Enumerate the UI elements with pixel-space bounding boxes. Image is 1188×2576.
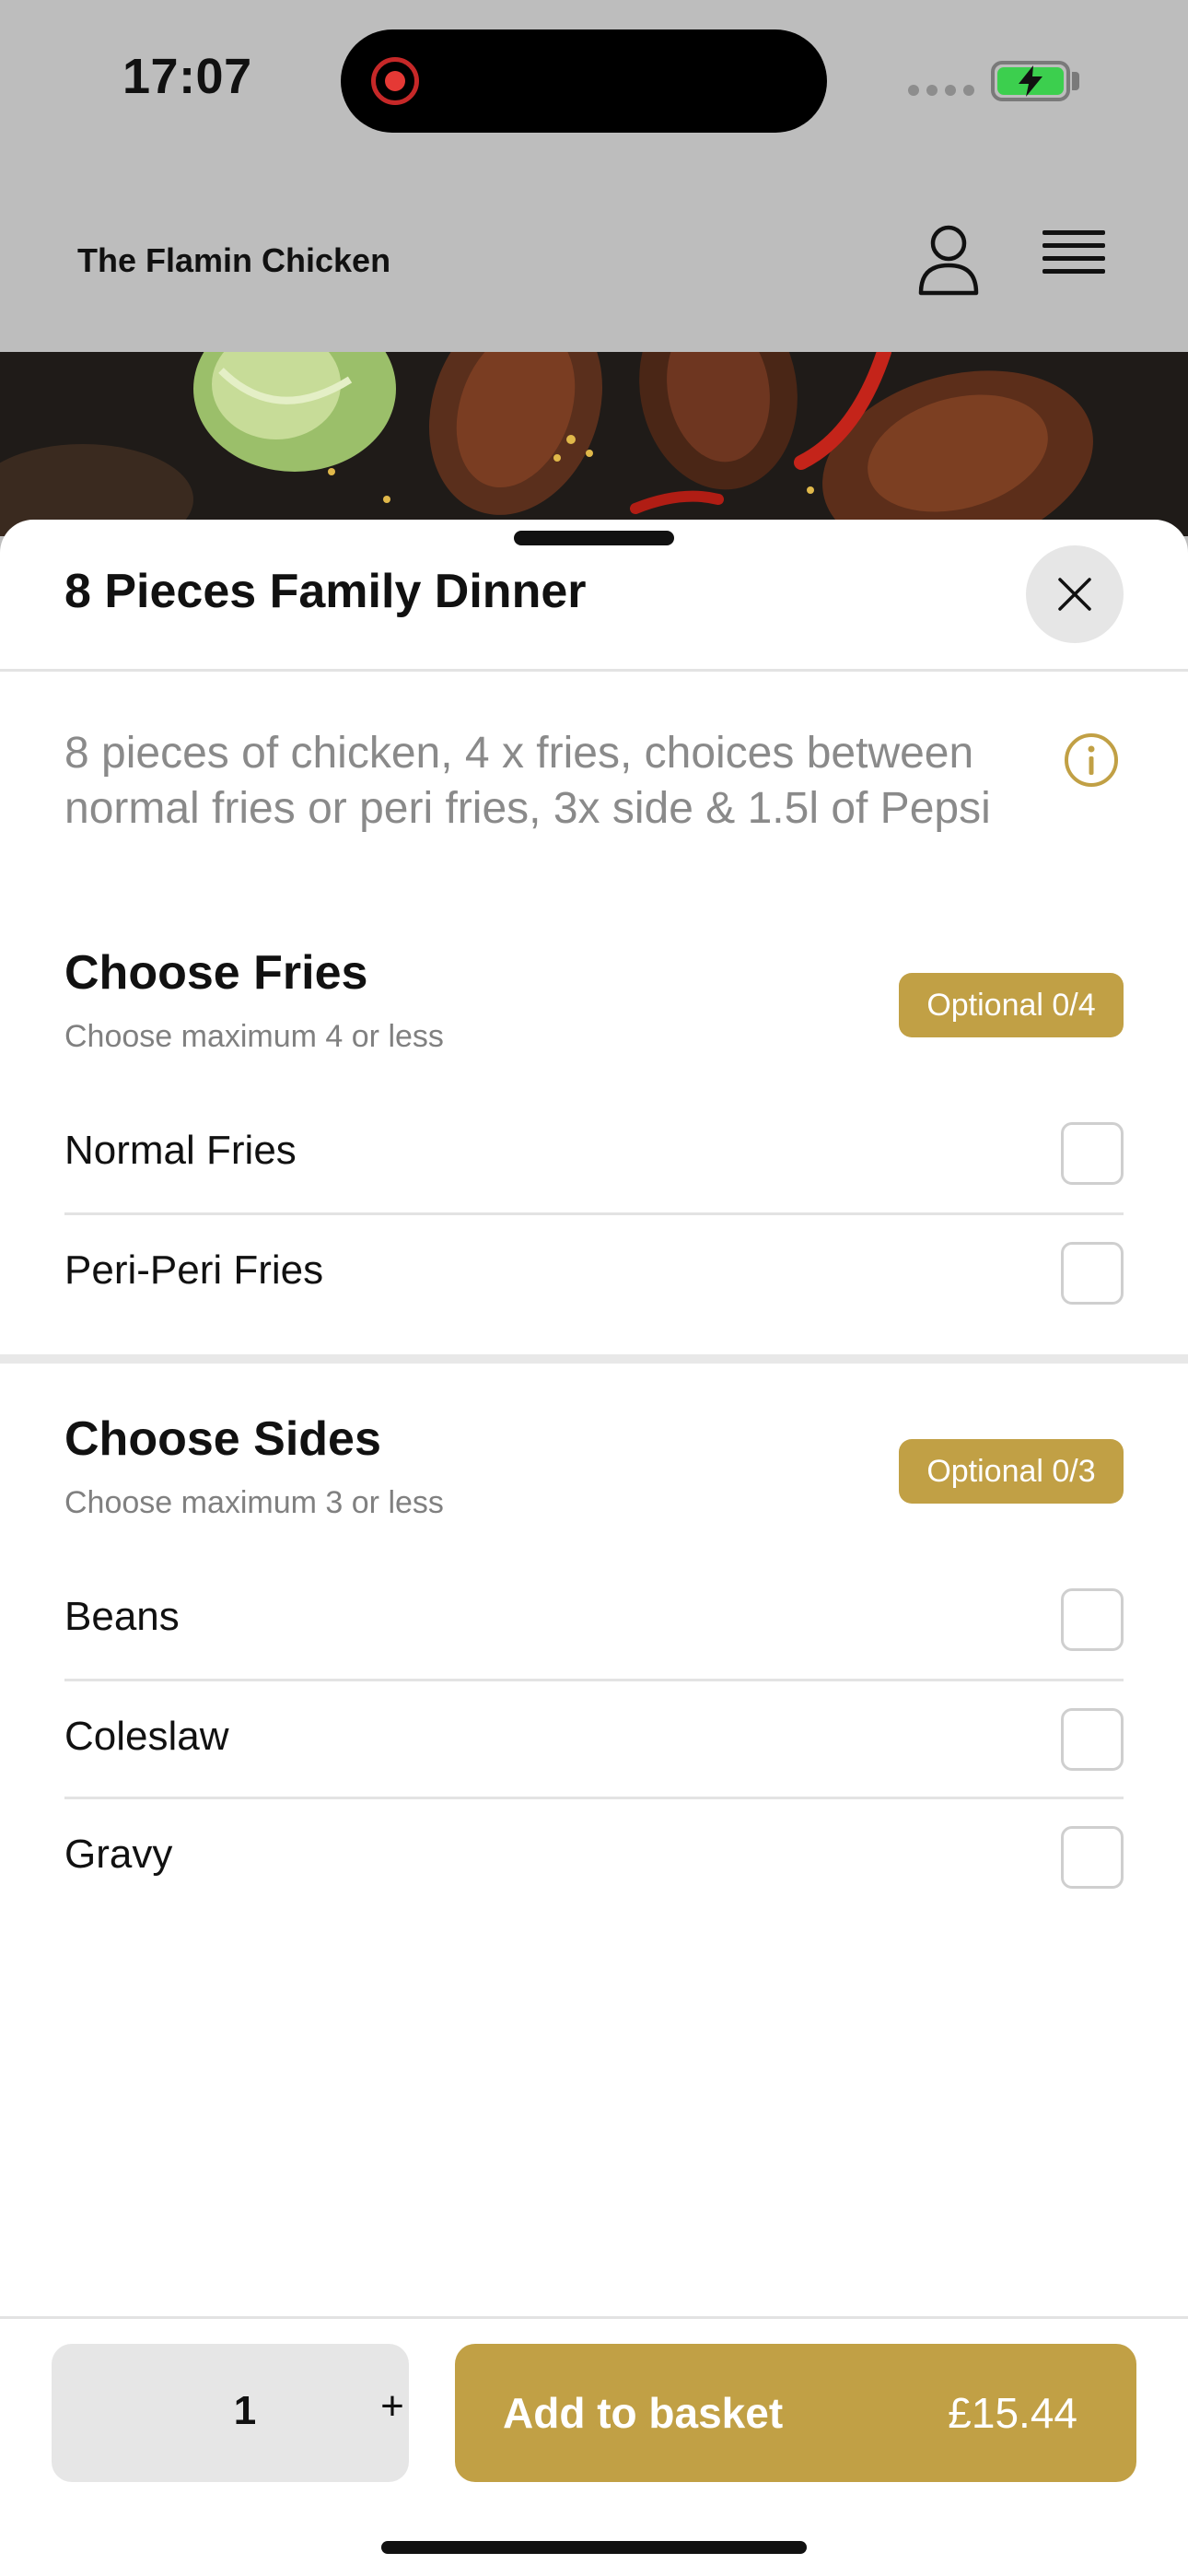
- footer-divider: [0, 2316, 1188, 2319]
- hero-food-image: [0, 352, 1188, 536]
- option-label: Beans: [64, 1594, 180, 1639]
- home-indicator[interactable]: [381, 2541, 807, 2554]
- item-description: 8 pieces of chicken, 4 x fries, choices …: [64, 729, 991, 833]
- option-normal-fries[interactable]: Normal Fries: [64, 1095, 1124, 1212]
- dynamic-island: [341, 29, 827, 133]
- checkbox-beans[interactable]: [1061, 1588, 1124, 1651]
- optional-badge-sides: Optional 0/3: [899, 1439, 1124, 1504]
- checkbox-peri-peri-fries[interactable]: [1061, 1242, 1124, 1305]
- checkbox-normal-fries[interactable]: [1061, 1122, 1124, 1185]
- option-label: Coleslaw: [64, 1714, 229, 1759]
- checkbox-gravy[interactable]: [1061, 1826, 1124, 1889]
- total-price: £15.44: [948, 2389, 1077, 2437]
- option-label: Normal Fries: [64, 1128, 297, 1173]
- option-coleslaw[interactable]: Coleslaw: [64, 1680, 1124, 1798]
- add-to-basket-label: Add to basket: [503, 2389, 784, 2437]
- group-subtitle-fries: Choose maximum 4 or less: [64, 1019, 444, 1054]
- cellular-signal-icon: [908, 85, 974, 96]
- quantity-value: 1: [233, 2388, 257, 2433]
- recording-icon: [371, 57, 419, 105]
- option-beans[interactable]: Beans: [64, 1561, 1124, 1679]
- option-gravy[interactable]: Gravy: [64, 1798, 1124, 1916]
- option-label: Peri-Peri Fries: [64, 1247, 324, 1293]
- app-header: The Flamin Chicken: [0, 166, 1188, 352]
- title-divider: [0, 669, 1188, 672]
- status-time: 17:07: [122, 49, 252, 104]
- group-title-fries: Choose Fries: [64, 946, 368, 1000]
- optional-badge-fries: Optional 0/4: [899, 973, 1124, 1037]
- add-to-basket-button[interactable]: Add to basket £15.44: [455, 2344, 1136, 2482]
- section-divider: [0, 1354, 1188, 1364]
- option-peri-peri-fries[interactable]: Peri-Peri Fries: [64, 1214, 1124, 1332]
- option-label: Gravy: [64, 1832, 173, 1877]
- brand-name[interactable]: The Flamin Chicken: [77, 241, 390, 280]
- close-icon: [1058, 578, 1091, 611]
- battery-charging-icon: [991, 61, 1070, 101]
- group-subtitle-sides: Choose maximum 3 or less: [64, 1485, 444, 1520]
- group-title-sides: Choose Sides: [64, 1412, 381, 1466]
- item-options-sheet: 8 Pieces Family Dinner 8 pieces of chick…: [0, 520, 1188, 2576]
- increment-button[interactable]: +: [365, 2386, 420, 2427]
- sheet-grabber[interactable]: [514, 531, 674, 545]
- hamburger-menu-icon[interactable]: [1042, 230, 1105, 286]
- user-icon[interactable]: [915, 223, 982, 297]
- info-icon[interactable]: [1063, 732, 1120, 789]
- quantity-stepper[interactable]: 1 +: [52, 2344, 409, 2482]
- item-title: 8 Pieces Family Dinner: [64, 565, 587, 618]
- close-button[interactable]: [1026, 545, 1124, 643]
- battery-tip: [1072, 72, 1079, 90]
- checkbox-coleslaw[interactable]: [1061, 1708, 1124, 1771]
